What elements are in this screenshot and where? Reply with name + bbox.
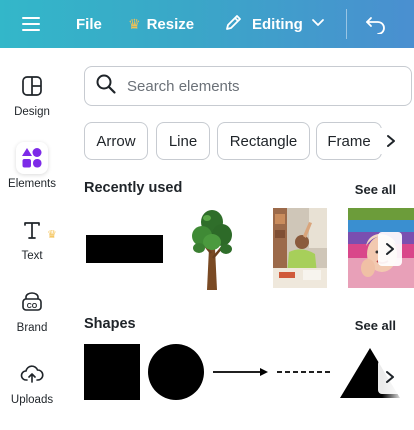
chip-rectangle[interactable]: Rectangle: [217, 122, 310, 160]
sidebar-item-brand[interactable]: CO Brand: [0, 286, 64, 334]
see-all-recently-used-link[interactable]: See all: [355, 182, 396, 197]
recent-photo-person-desk[interactable]: [273, 208, 327, 288]
editing-mode-button[interactable]: Editing: [224, 0, 325, 48]
sidebar-item-elements[interactable]: Elements: [0, 142, 64, 190]
search-input[interactable]: [127, 77, 387, 95]
sidebar-item-label: Brand: [16, 322, 48, 334]
shapes-next-button[interactable]: [378, 360, 402, 394]
chevron-down-icon: [311, 15, 325, 33]
resize-button[interactable]: ♛ Resize: [128, 0, 194, 48]
shapes-row: [84, 344, 414, 400]
see-all-shapes-link[interactable]: See all: [355, 318, 396, 333]
chips-next-button[interactable]: [380, 128, 402, 154]
section-title-recently-used: Recently used: [84, 180, 183, 196]
chip-frame[interactable]: Frame: [316, 122, 382, 160]
search-icon: [85, 73, 117, 100]
file-button[interactable]: File: [76, 0, 102, 48]
menu-icon[interactable]: [20, 0, 44, 48]
shape-square[interactable]: [84, 344, 140, 400]
recently-used-row: [84, 208, 414, 290]
undo-icon[interactable]: [365, 0, 387, 48]
resize-label: Resize: [146, 15, 195, 33]
crown-icon: ♛: [128, 15, 141, 32]
shape-arrow-line[interactable]: [212, 364, 270, 380]
chip-arrow[interactable]: Arrow: [84, 122, 148, 160]
top-toolbar: File ♛ Resize Editing: [0, 0, 414, 48]
chip-line[interactable]: Line: [156, 122, 210, 160]
design-icon: [16, 70, 48, 102]
shape-circle[interactable]: [148, 344, 204, 400]
pencil-icon: [224, 12, 244, 36]
sidebar-item-label: Text: [21, 250, 43, 262]
recently-used-next-button[interactable]: [378, 232, 402, 266]
sidebar-item-uploads[interactable]: Uploads: [0, 358, 64, 406]
text-icon: [16, 214, 48, 246]
suggestion-chips: Arrow Line Rectangle Frame: [84, 122, 414, 160]
brand-icon: CO: [16, 286, 48, 318]
elements-panel: Arrow Line Rectangle Frame Recently used…: [72, 48, 414, 430]
crown-icon: ♛: [47, 229, 57, 241]
shape-dashed-line[interactable]: [276, 364, 332, 380]
sidebar-item-design[interactable]: Design: [0, 70, 64, 118]
toolbar-divider: [346, 9, 347, 39]
section-title-shapes: Shapes: [84, 316, 136, 332]
sidebar-item-label: Uploads: [10, 394, 54, 406]
recent-tree-graphic[interactable]: [190, 208, 234, 290]
editing-label: Editing: [252, 15, 303, 33]
sidebar-item-label: Design: [14, 106, 50, 118]
search-bar: [84, 66, 412, 106]
recent-black-rectangle[interactable]: [86, 235, 163, 263]
svg-text:CO: CO: [27, 303, 38, 310]
sidebar-item-label: Elements: [8, 178, 56, 190]
uploads-icon: [16, 358, 48, 390]
elements-icon: [16, 142, 48, 174]
